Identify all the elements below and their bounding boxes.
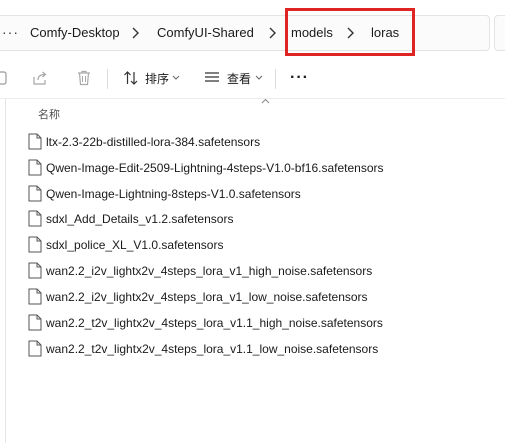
view-label: 查看 — [227, 72, 252, 86]
file-icon — [28, 262, 42, 279]
file-name: wan2.2_t2v_lightx2v_4steps_lora_v1.1_low… — [46, 342, 379, 356]
more-breadcrumb-icon[interactable]: ··· — [2, 24, 19, 40]
view-list-icon — [205, 72, 219, 82]
chevron-right-icon[interactable] — [268, 26, 277, 40]
share-icon[interactable] — [32, 70, 48, 86]
file-name: sdxl_Add_Details_v1.2.safetensors — [46, 212, 234, 226]
file-icon — [28, 185, 42, 202]
list-item[interactable]: ltx-2.3-22b-distilled-lora-384.safetenso… — [28, 131, 488, 153]
more-options-icon[interactable]: ··· — [290, 69, 309, 87]
list-item[interactable]: wan2.2_t2v_lightx2v_4steps_lora_v1.1_hig… — [28, 312, 488, 334]
file-name: wan2.2_i2v_lightx2v_4steps_lora_v1_high_… — [46, 264, 373, 278]
search-box[interactable] — [494, 15, 505, 51]
sort-ascending-icon — [261, 98, 270, 104]
breadcrumb-item-comfyui-shared[interactable]: ComfyUI-Shared — [157, 26, 254, 40]
file-name: Qwen-Image-Lightning-8steps-V1.0.safeten… — [46, 187, 301, 201]
rename-icon[interactable] — [0, 70, 8, 86]
breadcrumb-item-comfy-desktop[interactable]: Comfy-Desktop — [30, 26, 120, 40]
delete-icon[interactable] — [77, 70, 91, 86]
file-icon — [28, 210, 42, 227]
file-icon — [28, 288, 42, 305]
chevron-down-icon — [255, 75, 263, 80]
highlight-box — [285, 8, 415, 56]
sort-label: 排序 — [145, 72, 170, 86]
sort-arrows-icon — [124, 71, 138, 85]
navigation-pane-edge — [5, 98, 6, 443]
chevron-down-icon — [172, 75, 180, 80]
list-item[interactable]: wan2.2_t2v_lightx2v_4steps_lora_v1.1_low… — [28, 338, 488, 360]
list-item[interactable]: Qwen-Image-Edit-2509-Lightning-4steps-V1… — [28, 157, 488, 179]
list-item[interactable]: wan2.2_i2v_lightx2v_4steps_lora_v1_high_… — [28, 260, 488, 282]
column-header-name[interactable]: 名称 — [38, 106, 60, 122]
toolbar-separator — [107, 69, 108, 89]
file-icon — [28, 236, 42, 253]
list-item[interactable]: sdxl_Add_Details_v1.2.safetensors — [28, 208, 488, 230]
address-bar: ··· Comfy-Desktop ComfyUI-Shared models … — [0, 0, 505, 62]
file-icon — [28, 133, 42, 150]
chevron-right-icon[interactable] — [131, 26, 140, 40]
file-name: sdxl_police_XL_V1.0.safetensors — [46, 238, 224, 252]
file-icon — [28, 314, 42, 331]
toolbar-separator — [275, 69, 276, 89]
list-item[interactable]: Qwen-Image-Lightning-8steps-V1.0.safeten… — [28, 183, 488, 205]
command-bar — [0, 62, 505, 99]
file-icon — [28, 340, 42, 357]
file-name: wan2.2_t2v_lightx2v_4steps_lora_v1.1_hig… — [46, 316, 383, 330]
file-name: ltx-2.3-22b-distilled-lora-384.safetenso… — [46, 135, 261, 149]
list-item[interactable]: sdxl_police_XL_V1.0.safetensors — [28, 234, 488, 256]
file-name: wan2.2_i2v_lightx2v_4steps_lora_v1_low_n… — [46, 290, 368, 304]
file-name: Qwen-Image-Edit-2509-Lightning-4steps-V1… — [46, 161, 384, 175]
file-icon — [28, 159, 42, 176]
list-item[interactable]: wan2.2_i2v_lightx2v_4steps_lora_v1_low_n… — [28, 286, 488, 308]
